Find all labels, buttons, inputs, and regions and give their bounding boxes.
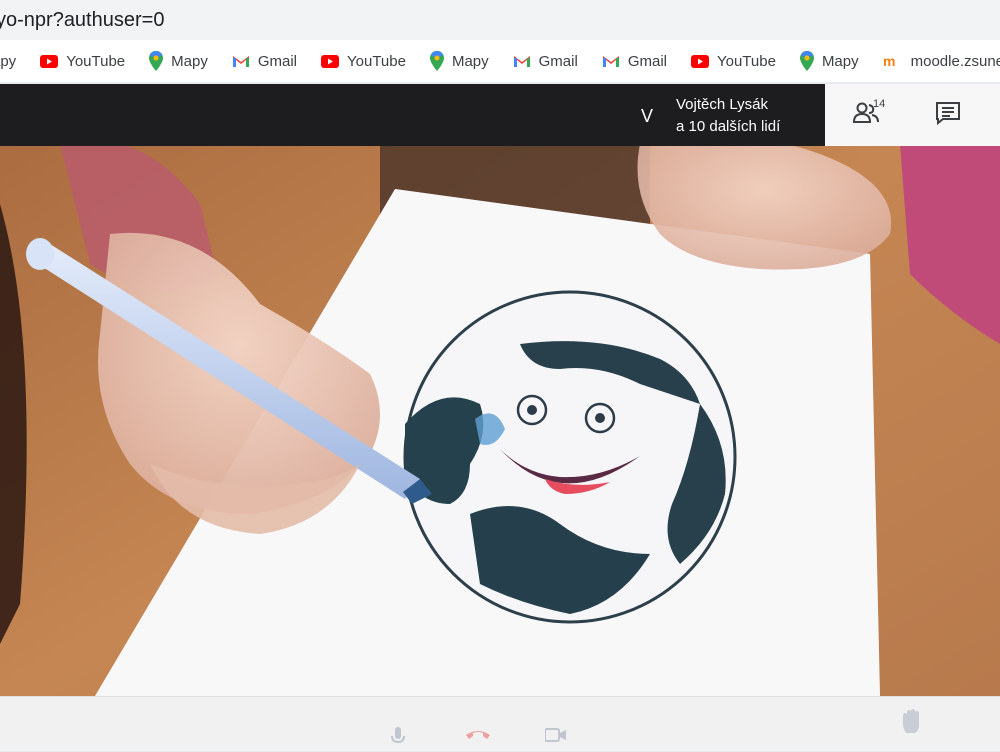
bookmark-label: YouTube — [716, 52, 776, 70]
bookmark-label: Mapy — [171, 52, 208, 70]
bookmark-gmail[interactable]: Gmail — [220, 40, 309, 82]
maps-icon — [149, 51, 164, 71]
youtube-icon — [690, 54, 709, 68]
bookmark-label: Mapy — [821, 52, 859, 70]
bookmark-label: Mapy — [451, 52, 489, 70]
url-text[interactable]: yo-npr?authuser=0 — [0, 9, 164, 32]
chat-button[interactable] — [907, 84, 989, 146]
presenter-avatar: V — [640, 106, 653, 126]
meet-side-controls: 14 — [825, 84, 1000, 146]
youtube-icon — [321, 54, 339, 68]
bookmark-gmail[interactable]: Gmail — [590, 40, 679, 82]
microphone-icon[interactable] — [390, 727, 406, 752]
hangup-icon[interactable] — [465, 727, 491, 746]
gmail-icon — [232, 54, 250, 68]
svg-text:m: m — [883, 54, 895, 68]
participants-button[interactable]: 14 — [825, 84, 907, 146]
bookmark-youtube[interactable]: YouTube — [28, 40, 137, 82]
video-feed — [0, 84, 1000, 696]
address-bar[interactable]: yo-npr?authuser=0 — [0, 0, 1000, 41]
drawing-earth — [403, 290, 737, 624]
bookmark-label: moodle.zsunesco — [910, 52, 1000, 70]
bookmark-mapy[interactable]: Mapy — [137, 40, 220, 82]
bookmark-youtube[interactable]: YouTube — [679, 40, 788, 82]
presenter-info: Vojtěch Lysák a 10 dalších lidí — [676, 94, 780, 138]
moodle-icon: m — [883, 54, 903, 68]
bookmark-label: YouTube — [347, 52, 406, 70]
meet-bottom-bar — [0, 696, 1000, 751]
gmail-icon — [513, 54, 531, 68]
presenter-others: a 10 dalších lidí — [676, 118, 781, 135]
bookmark-label: apy — [0, 52, 17, 70]
camera-icon[interactable] — [544, 727, 567, 748]
participants-count: 14 — [873, 98, 886, 110]
maps-icon — [429, 51, 444, 71]
camera-scene — [0, 84, 1000, 696]
bookmark-label: Gmail — [627, 52, 667, 70]
gmail-icon — [602, 54, 620, 68]
raise-hand-icon[interactable] — [900, 709, 922, 740]
bookmark-label: Gmail — [538, 52, 578, 70]
bookmark-label: Gmail — [257, 52, 297, 70]
maps-icon — [799, 51, 814, 71]
bookmark-gmail[interactable]: Gmail — [501, 40, 590, 82]
youtube-icon — [40, 54, 59, 68]
bookmark-mapy[interactable]: Mapy — [418, 40, 501, 82]
bookmark-mapy[interactable]: apy — [0, 40, 28, 82]
bookmarks-bar: apy YouTube Mapy Gmail YouTube Mapy Gm — [0, 40, 1000, 82]
bookmark-mapy[interactable]: Mapy — [788, 40, 871, 82]
bookmark-moodle[interactable]: m moodle.zsunesco — [871, 40, 1000, 82]
presenter-name: Vojtěch Lysák — [676, 96, 768, 113]
chat-icon — [935, 101, 961, 130]
bookmark-youtube[interactable]: YouTube — [309, 40, 418, 82]
bookmark-label: YouTube — [66, 52, 126, 70]
